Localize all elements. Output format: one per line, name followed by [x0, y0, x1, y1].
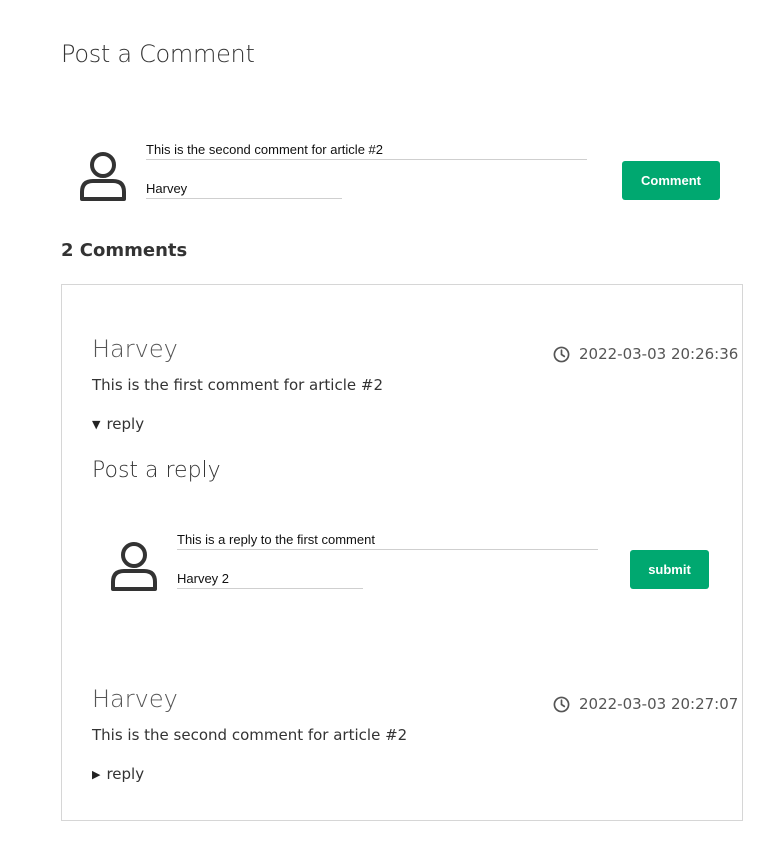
name-input[interactable]: [146, 180, 342, 199]
reply-toggle-label: reply: [106, 415, 145, 433]
clock-icon: [553, 346, 570, 362]
comments-count: 2 Comments: [61, 240, 188, 261]
caret-down-icon: ▼: [92, 417, 101, 431]
submit-reply-button[interactable]: submit: [630, 550, 709, 589]
comment-timestamp: 2022-03-03 20:26:36: [553, 345, 738, 363]
page-title: Post a Comment: [61, 40, 255, 68]
user-icon: [110, 540, 158, 592]
reply-form-title: Post a reply: [92, 458, 221, 483]
comment-text: This is the first comment for article #2: [92, 376, 383, 394]
comment-timestamp: 2022-03-03 20:27:07: [553, 695, 738, 713]
comment-button[interactable]: Comment: [622, 161, 720, 200]
reply-toggle-label: reply: [106, 765, 145, 783]
comment-author: Harvey: [92, 335, 178, 363]
comment-author: Harvey: [92, 685, 178, 713]
user-icon: [79, 150, 127, 202]
comment-text: This is the second comment for article #…: [92, 726, 408, 744]
caret-right-icon: ▶: [92, 767, 101, 781]
timestamp-text: 2022-03-03 20:27:07: [579, 695, 739, 713]
reply-input[interactable]: [177, 531, 598, 550]
reply-toggle[interactable]: ▶ reply: [92, 765, 144, 783]
comment-input[interactable]: [146, 141, 587, 160]
clock-icon: [553, 696, 570, 712]
timestamp-text: 2022-03-03 20:26:36: [579, 345, 739, 363]
reply-toggle[interactable]: ▼ reply: [92, 415, 144, 433]
reply-name-input[interactable]: [177, 570, 363, 589]
